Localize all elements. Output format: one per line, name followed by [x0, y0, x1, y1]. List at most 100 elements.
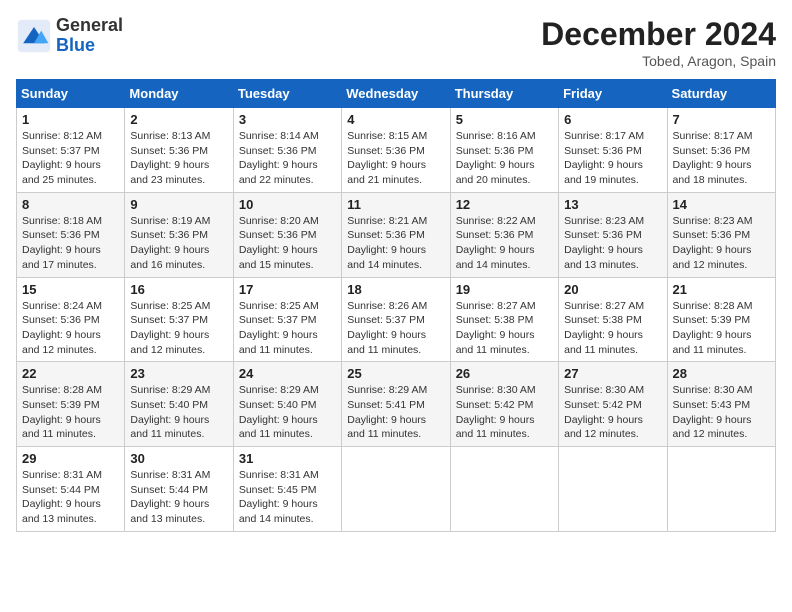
day-number: 26 — [456, 366, 553, 381]
daylight-label: Daylight: 9 hours and 19 minutes. — [564, 159, 643, 186]
sunset-label: Sunset: 5:36 PM — [239, 145, 317, 157]
sunrise-label: Sunrise: 8:26 AM — [347, 300, 427, 312]
day-info: Sunrise: 8:14 AM Sunset: 5:36 PM Dayligh… — [239, 129, 336, 188]
day-info: Sunrise: 8:27 AM Sunset: 5:38 PM Dayligh… — [564, 299, 661, 358]
calendar-cell: 26 Sunrise: 8:30 AM Sunset: 5:42 PM Dayl… — [450, 362, 558, 447]
daylight-label: Daylight: 9 hours and 11 minutes. — [239, 414, 318, 441]
col-header-tuesday: Tuesday — [233, 80, 341, 108]
day-info: Sunrise: 8:31 AM Sunset: 5:45 PM Dayligh… — [239, 468, 336, 527]
sunrise-label: Sunrise: 8:27 AM — [564, 300, 644, 312]
sunrise-label: Sunrise: 8:29 AM — [347, 384, 427, 396]
day-number: 14 — [673, 197, 770, 212]
calendar-cell: 7 Sunrise: 8:17 AM Sunset: 5:36 PM Dayli… — [667, 108, 775, 193]
day-info: Sunrise: 8:30 AM Sunset: 5:42 PM Dayligh… — [564, 383, 661, 442]
calendar-cell: 16 Sunrise: 8:25 AM Sunset: 5:37 PM Dayl… — [125, 277, 233, 362]
daylight-label: Daylight: 9 hours and 11 minutes. — [130, 414, 209, 441]
daylight-label: Daylight: 9 hours and 21 minutes. — [347, 159, 426, 186]
sunset-label: Sunset: 5:42 PM — [456, 399, 534, 411]
day-number: 29 — [22, 451, 119, 466]
sunset-label: Sunset: 5:43 PM — [673, 399, 751, 411]
calendar-cell: 15 Sunrise: 8:24 AM Sunset: 5:36 PM Dayl… — [17, 277, 125, 362]
sunset-label: Sunset: 5:40 PM — [130, 399, 208, 411]
col-header-thursday: Thursday — [450, 80, 558, 108]
sunrise-label: Sunrise: 8:30 AM — [673, 384, 753, 396]
sunrise-label: Sunrise: 8:18 AM — [22, 215, 102, 227]
calendar-cell: 28 Sunrise: 8:30 AM Sunset: 5:43 PM Dayl… — [667, 362, 775, 447]
day-info: Sunrise: 8:24 AM Sunset: 5:36 PM Dayligh… — [22, 299, 119, 358]
daylight-label: Daylight: 9 hours and 16 minutes. — [130, 244, 209, 271]
calendar-cell: 9 Sunrise: 8:19 AM Sunset: 5:36 PM Dayli… — [125, 192, 233, 277]
calendar-cell: 6 Sunrise: 8:17 AM Sunset: 5:36 PM Dayli… — [559, 108, 667, 193]
day-info: Sunrise: 8:19 AM Sunset: 5:36 PM Dayligh… — [130, 214, 227, 273]
sunrise-label: Sunrise: 8:21 AM — [347, 215, 427, 227]
calendar-cell: 1 Sunrise: 8:12 AM Sunset: 5:37 PM Dayli… — [17, 108, 125, 193]
day-info: Sunrise: 8:25 AM Sunset: 5:37 PM Dayligh… — [239, 299, 336, 358]
day-number: 6 — [564, 112, 661, 127]
calendar-cell: 20 Sunrise: 8:27 AM Sunset: 5:38 PM Dayl… — [559, 277, 667, 362]
day-info: Sunrise: 8:29 AM Sunset: 5:41 PM Dayligh… — [347, 383, 444, 442]
sunrise-label: Sunrise: 8:28 AM — [673, 300, 753, 312]
logo-blue: Blue — [56, 35, 95, 55]
calendar-cell: 10 Sunrise: 8:20 AM Sunset: 5:36 PM Dayl… — [233, 192, 341, 277]
daylight-label: Daylight: 9 hours and 20 minutes. — [456, 159, 535, 186]
sunrise-label: Sunrise: 8:19 AM — [130, 215, 210, 227]
sunset-label: Sunset: 5:36 PM — [673, 229, 751, 241]
calendar-cell: 21 Sunrise: 8:28 AM Sunset: 5:39 PM Dayl… — [667, 277, 775, 362]
day-number: 15 — [22, 282, 119, 297]
sunrise-label: Sunrise: 8:22 AM — [456, 215, 536, 227]
day-info: Sunrise: 8:16 AM Sunset: 5:36 PM Dayligh… — [456, 129, 553, 188]
day-info: Sunrise: 8:28 AM Sunset: 5:39 PM Dayligh… — [673, 299, 770, 358]
day-info: Sunrise: 8:29 AM Sunset: 5:40 PM Dayligh… — [130, 383, 227, 442]
day-info: Sunrise: 8:23 AM Sunset: 5:36 PM Dayligh… — [673, 214, 770, 273]
sunset-label: Sunset: 5:36 PM — [456, 229, 534, 241]
sunset-label: Sunset: 5:36 PM — [347, 145, 425, 157]
sunset-label: Sunset: 5:36 PM — [22, 229, 100, 241]
day-number: 7 — [673, 112, 770, 127]
day-number: 17 — [239, 282, 336, 297]
sunset-label: Sunset: 5:37 PM — [239, 314, 317, 326]
daylight-label: Daylight: 9 hours and 12 minutes. — [130, 329, 209, 356]
calendar-table: SundayMondayTuesdayWednesdayThursdayFrid… — [16, 79, 776, 532]
daylight-label: Daylight: 9 hours and 14 minutes. — [456, 244, 535, 271]
daylight-label: Daylight: 9 hours and 15 minutes. — [239, 244, 318, 271]
calendar-cell: 14 Sunrise: 8:23 AM Sunset: 5:36 PM Dayl… — [667, 192, 775, 277]
sunrise-label: Sunrise: 8:17 AM — [564, 130, 644, 142]
sunrise-label: Sunrise: 8:28 AM — [22, 384, 102, 396]
daylight-label: Daylight: 9 hours and 11 minutes. — [347, 329, 426, 356]
daylight-label: Daylight: 9 hours and 13 minutes. — [130, 498, 209, 525]
day-info: Sunrise: 8:23 AM Sunset: 5:36 PM Dayligh… — [564, 214, 661, 273]
calendar-cell: 23 Sunrise: 8:29 AM Sunset: 5:40 PM Dayl… — [125, 362, 233, 447]
calendar-cell: 5 Sunrise: 8:16 AM Sunset: 5:36 PM Dayli… — [450, 108, 558, 193]
calendar-cell: 29 Sunrise: 8:31 AM Sunset: 5:44 PM Dayl… — [17, 447, 125, 532]
sunset-label: Sunset: 5:39 PM — [22, 399, 100, 411]
sunrise-label: Sunrise: 8:12 AM — [22, 130, 102, 142]
day-number: 24 — [239, 366, 336, 381]
daylight-label: Daylight: 9 hours and 14 minutes. — [347, 244, 426, 271]
daylight-label: Daylight: 9 hours and 17 minutes. — [22, 244, 101, 271]
day-info: Sunrise: 8:20 AM Sunset: 5:36 PM Dayligh… — [239, 214, 336, 273]
daylight-label: Daylight: 9 hours and 11 minutes. — [347, 414, 426, 441]
day-info: Sunrise: 8:12 AM Sunset: 5:37 PM Dayligh… — [22, 129, 119, 188]
day-number: 3 — [239, 112, 336, 127]
day-number: 5 — [456, 112, 553, 127]
calendar-cell — [559, 447, 667, 532]
sunset-label: Sunset: 5:36 PM — [239, 229, 317, 241]
day-number: 18 — [347, 282, 444, 297]
day-number: 22 — [22, 366, 119, 381]
sunrise-label: Sunrise: 8:30 AM — [564, 384, 644, 396]
day-number: 31 — [239, 451, 336, 466]
sunrise-label: Sunrise: 8:23 AM — [564, 215, 644, 227]
sunrise-label: Sunrise: 8:24 AM — [22, 300, 102, 312]
col-header-friday: Friday — [559, 80, 667, 108]
calendar-week-row: 15 Sunrise: 8:24 AM Sunset: 5:36 PM Dayl… — [17, 277, 776, 362]
sunrise-label: Sunrise: 8:31 AM — [22, 469, 102, 481]
calendar-week-row: 8 Sunrise: 8:18 AM Sunset: 5:36 PM Dayli… — [17, 192, 776, 277]
day-info: Sunrise: 8:15 AM Sunset: 5:36 PM Dayligh… — [347, 129, 444, 188]
sunset-label: Sunset: 5:36 PM — [564, 145, 642, 157]
calendar-cell: 31 Sunrise: 8:31 AM Sunset: 5:45 PM Dayl… — [233, 447, 341, 532]
title-block: December 2024 Tobed, Aragon, Spain — [541, 16, 776, 69]
page-header: General Blue December 2024 Tobed, Aragon… — [16, 16, 776, 69]
sunset-label: Sunset: 5:41 PM — [347, 399, 425, 411]
calendar-cell: 4 Sunrise: 8:15 AM Sunset: 5:36 PM Dayli… — [342, 108, 450, 193]
calendar-cell: 30 Sunrise: 8:31 AM Sunset: 5:44 PM Dayl… — [125, 447, 233, 532]
